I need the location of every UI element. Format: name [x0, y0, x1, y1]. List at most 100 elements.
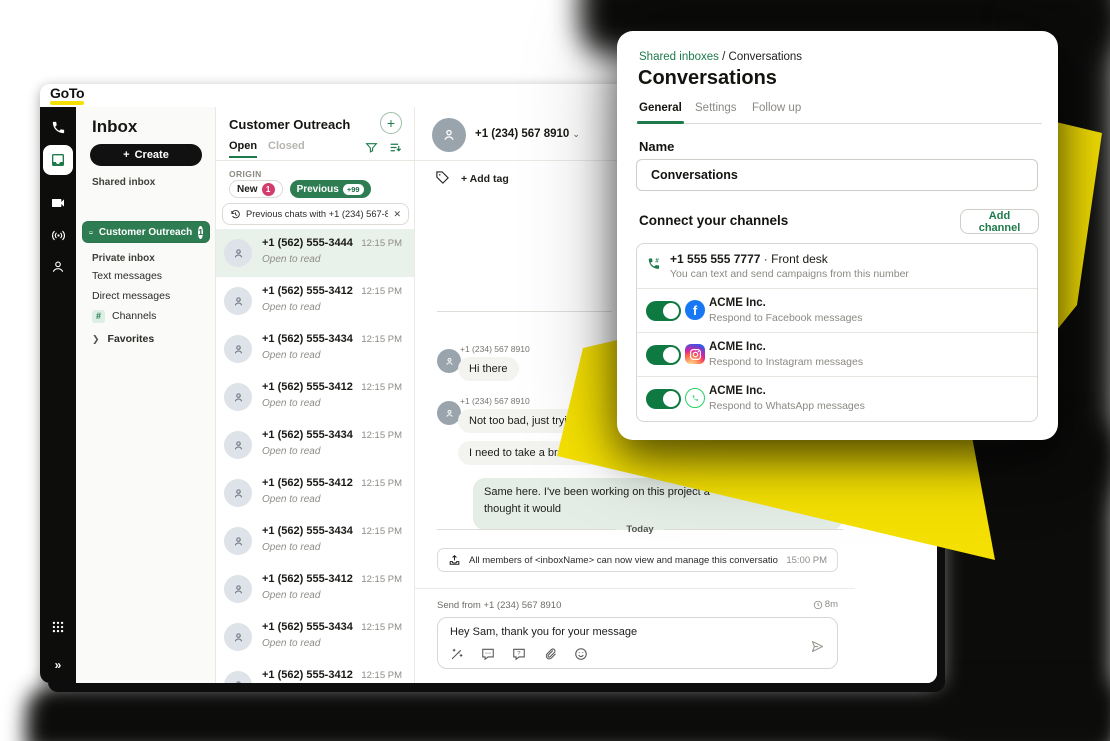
channel-name: ACME Inc. — [709, 385, 766, 397]
private-inbox-section-label: Private inbox — [92, 253, 155, 264]
template-help-icon[interactable]: ? — [512, 647, 526, 661]
sidebar-item-customer-outreach[interactable]: Customer Outreach 1 — [82, 221, 210, 243]
list-item[interactable]: +1 (562) 555-3412 12:15 PM Open to read — [216, 277, 414, 325]
channel-toggle[interactable] — [646, 301, 681, 321]
message-sender: +1 (234) 567 8910 — [460, 344, 530, 354]
favorites-toggle[interactable]: ❯ Favorites — [92, 333, 154, 345]
inbox-icon — [50, 152, 66, 168]
inbox-icon — [89, 227, 93, 238]
phone-icon[interactable] — [40, 115, 76, 139]
tab-open[interactable]: Open — [229, 140, 257, 158]
collapse-rail-icon[interactable]: » — [40, 653, 76, 677]
list-item[interactable]: +1 (562) 555-3434 12:15 PM Open to read — [216, 517, 414, 565]
close-icon[interactable]: ✕ — [393, 209, 401, 220]
message-sender: +1 (234) 567 8910 — [460, 396, 530, 406]
channel-toggle[interactable] — [646, 345, 681, 365]
message-time: 12:15 PM — [361, 526, 402, 537]
message-time: 12:15 PM — [361, 430, 402, 441]
phone-channel-desc: You can text and send campaigns from thi… — [670, 268, 909, 280]
contact-phone: +1 (562) 555-3434 — [262, 429, 353, 441]
filter-chip-new[interactable]: New1 — [229, 180, 283, 198]
channel-desc: Respond to Instagram messages — [709, 356, 863, 368]
message-time: 12:15 PM — [361, 382, 402, 393]
tab-general[interactable]: General — [639, 102, 682, 114]
inbox-tab-active[interactable] — [43, 145, 73, 175]
contact-phone: +1 (562) 555-3434 — [262, 525, 353, 537]
list-title: Customer Outreach — [229, 117, 350, 132]
avatar — [224, 671, 252, 683]
incoming-message: I need to take a break fro — [458, 441, 602, 465]
app-grid-icon[interactable] — [40, 615, 76, 639]
status-text: Open to read — [262, 302, 320, 313]
shared-inbox-section-label: Shared inbox — [92, 177, 155, 188]
channel-row: ACME Inc. Respond to Instagram messages — [637, 333, 1037, 377]
filter-icon[interactable] — [365, 141, 378, 159]
history-icon — [230, 209, 241, 220]
avatar — [224, 335, 252, 363]
channels-card: # +1 555 555 7777 · Front desk You can t… — [636, 243, 1038, 422]
sort-icon[interactable] — [389, 141, 402, 159]
create-button[interactable]: +Create — [90, 144, 202, 166]
channel-desc: Respond to WhatsApp messages — [709, 400, 865, 412]
contact-phone: +1 (562) 555-3434 — [262, 621, 353, 633]
list-item[interactable]: +1 (562) 555-3412 12:15 PM Open to read — [216, 373, 414, 421]
list-item[interactable]: +1 (562) 555-3444 12:15 PM Open to read — [216, 229, 414, 277]
chat-contact-name[interactable]: +1 (234) 567 8910⌄ — [475, 128, 580, 140]
channel-toggle[interactable] — [646, 389, 681, 409]
add-channel-button[interactable]: Add channel — [960, 209, 1039, 234]
composer: Send from +1 (234) 567 8910 8m Hey Sam, … — [415, 588, 855, 683]
system-message: All members of <inboxName> can now view … — [437, 548, 838, 572]
video-meeting-icon[interactable] — [40, 191, 76, 215]
previous-count-badge: +99 — [343, 184, 364, 195]
name-input[interactable] — [636, 159, 1038, 191]
send-from-label: Send from +1 (234) 567 8910 — [437, 600, 561, 611]
emoji-icon[interactable] — [574, 647, 588, 661]
message-time: 12:15 PM — [361, 478, 402, 489]
new-conversation-button[interactable]: + — [380, 112, 402, 134]
contact-phone: +1 (562) 555-3434 — [262, 333, 353, 345]
list-item[interactable]: +1 (562) 555-3434 12:15 PM Open to read — [216, 325, 414, 373]
sidebar-item-channels[interactable]: # Channels — [92, 307, 156, 325]
filter-chip-previous[interactable]: Previous+99 — [290, 180, 371, 198]
list-item[interactable]: +1 (562) 555-3434 12:15 PM Open to read — [216, 421, 414, 469]
tab-follow-up[interactable]: Follow up — [752, 102, 801, 114]
system-message-time: 15:00 PM — [786, 555, 827, 566]
add-tag-button[interactable]: + Add tag — [461, 173, 509, 185]
list-item[interactable]: +1 (562) 555-3412 12:15 PM Open to read — [216, 469, 414, 517]
date-divider-today: Today — [437, 524, 843, 535]
list-item[interactable]: +1 (562) 555-3412 12:15 PM Open to read — [216, 565, 414, 613]
magic-wand-icon[interactable] — [450, 647, 464, 661]
facebook-icon: f — [685, 300, 705, 320]
hash-icon: # — [92, 310, 105, 323]
avatar — [224, 623, 252, 651]
contact-phone: +1 (562) 555-3412 — [262, 381, 353, 393]
broadcast-icon[interactable] — [40, 223, 76, 247]
tab-settings[interactable]: Settings — [695, 102, 737, 114]
outgoing-message: Same here. I've been working on this pro… — [473, 478, 843, 530]
message-time: 12:15 PM — [361, 622, 402, 633]
plus-icon: + — [123, 149, 129, 161]
conversation-list-panel: Customer Outreach + Open Closed ORIGIN N… — [216, 107, 415, 683]
contact-phone: +1 (562) 555-3444 — [262, 237, 353, 249]
message-time: 12:15 PM — [361, 238, 402, 249]
list-item[interactable]: +1 (562) 555-3434 12:15 PM Open to read — [216, 613, 414, 661]
send-icon[interactable] — [810, 639, 825, 659]
timer-badge: 8m — [813, 599, 838, 610]
tab-closed[interactable]: Closed — [268, 140, 305, 152]
sidebar-item-direct-messages[interactable]: Direct messages — [92, 287, 170, 305]
saved-replies-icon[interactable] — [481, 647, 495, 661]
message-input[interactable]: Hey Sam, thank you for your message ? — [437, 617, 838, 669]
list-item[interactable]: +1 (562) 555-3412 12:15 PM Open to read — [216, 661, 414, 683]
channel-name: ACME Inc. — [709, 297, 766, 309]
share-inbox-icon — [448, 554, 461, 567]
contact-phone: +1 (562) 555-3412 — [262, 285, 353, 297]
inbox-sidebar: Inbox +Create Shared inbox Customer Outr… — [76, 107, 216, 683]
avatar — [432, 118, 466, 152]
contacts-icon[interactable] — [40, 255, 76, 279]
incoming-message: Not too bad, just trying to — [458, 409, 602, 433]
sidebar-item-text-messages[interactable]: Text messages — [92, 267, 162, 285]
contact-phone: +1 (562) 555-3412 — [262, 477, 353, 489]
attachment-icon[interactable] — [543, 647, 557, 661]
breadcrumb-shared-inboxes[interactable]: Shared inboxes — [639, 51, 719, 63]
history-filter-chip[interactable]: Previous chats with +1 (234) 567-8900 ✕ — [222, 203, 409, 225]
